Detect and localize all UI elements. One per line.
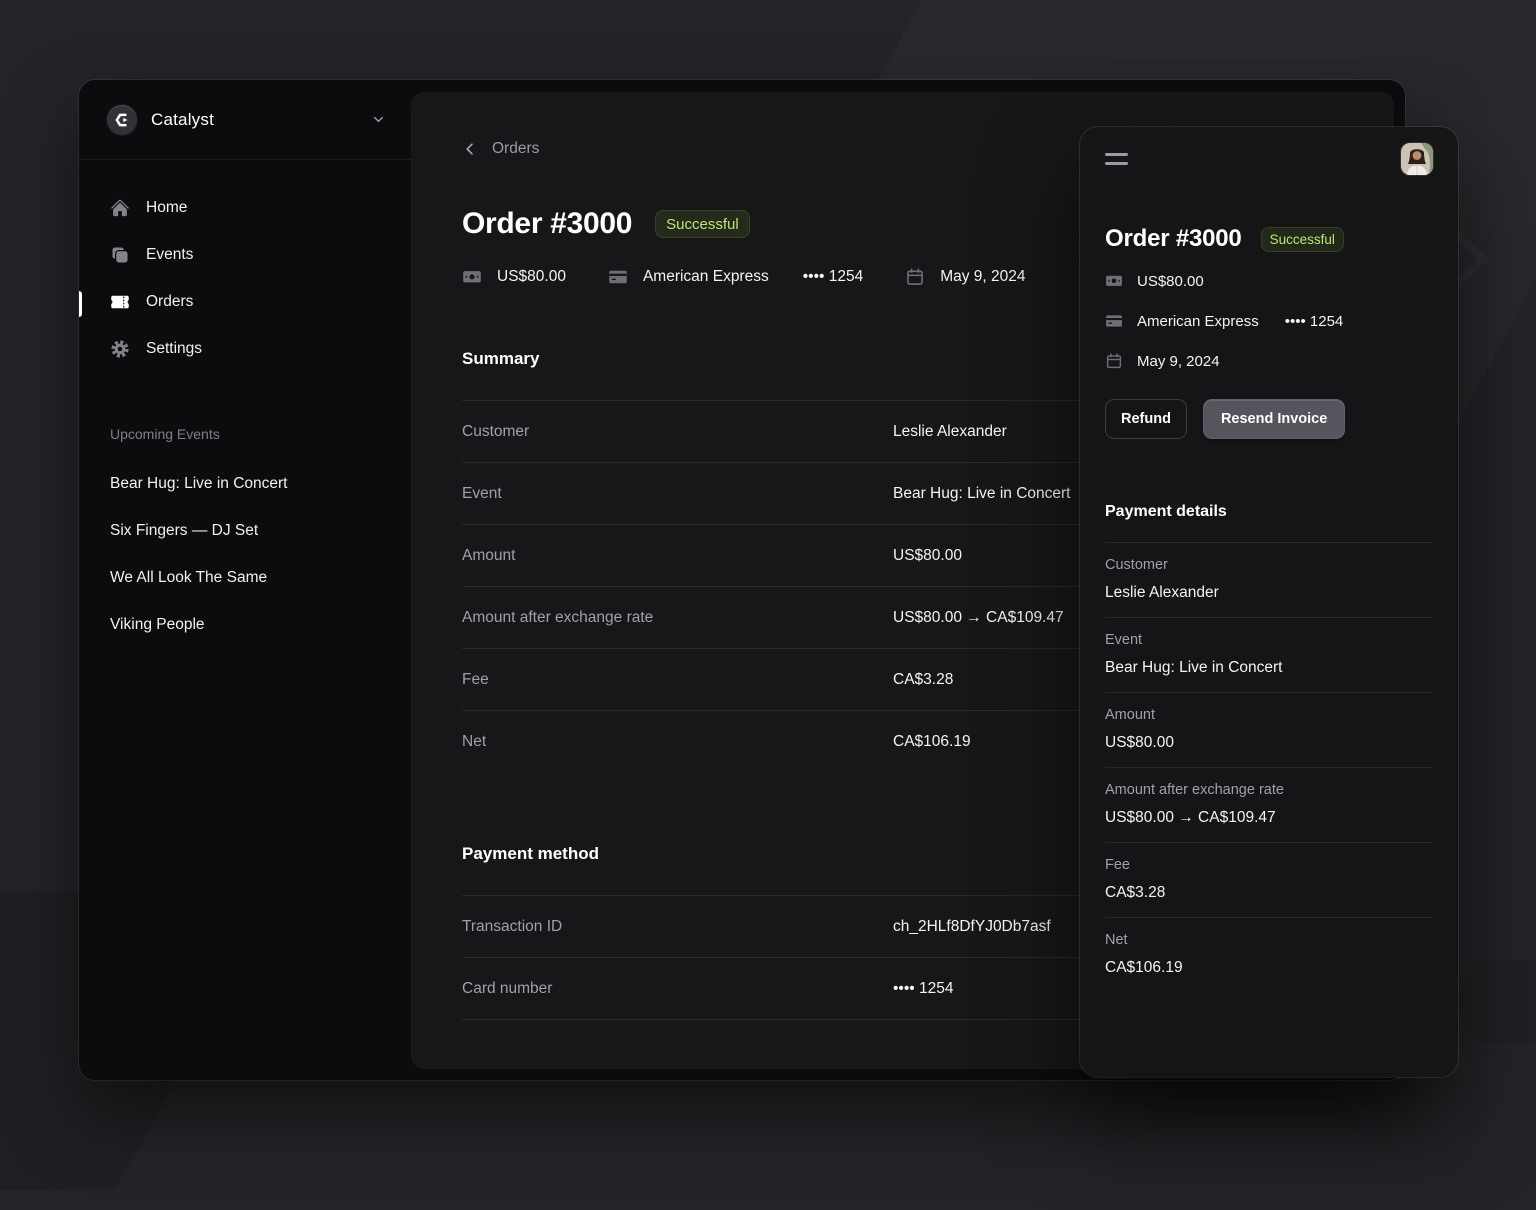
upcoming-events-heading: Upcoming Events [93,426,398,442]
sidebar-item-label: Home [146,199,187,217]
mobile-order-panel: Order #3000 Successful US$80.00 [1080,127,1458,1077]
list-item: Net CA$106.19 [1105,917,1433,992]
chevron-left-icon [462,141,478,157]
breadcrumb-label: Orders [492,140,539,158]
sidebar-item-home[interactable]: Home [93,190,398,226]
workspace-dropdown-trigger[interactable] [371,112,386,127]
sidebar-event-item[interactable]: Six Fingers — DJ Set [93,513,398,549]
events-icon [110,245,130,265]
sidebar-item-label: Settings [146,340,202,358]
refund-button[interactable]: Refund [1105,399,1187,439]
settings-gear-icon [110,339,130,359]
credit-card-icon [608,267,628,287]
sidebar-item-label: Events [146,246,193,264]
panel-order-title: Order #3000 [1105,225,1242,253]
home-icon [110,198,130,218]
sidebar-event-item[interactable]: Bear Hug: Live in Concert [93,466,398,502]
panel-order-meta: US$80.00 American Express •••• 1254 [1105,261,1433,381]
status-badge: Successful [656,211,749,237]
catalyst-logo-icon [107,105,137,135]
card-last4: •••• 1254 [803,268,864,286]
sidebar-header: Catalyst [79,80,412,160]
menu-icon[interactable] [1105,146,1131,172]
background-hexagon-decoration [1452,960,1536,1044]
page-title: Order #3000 [462,207,632,241]
sidebar-nav: Home Events Orders [79,160,412,367]
panel-card-last4: •••• 1254 [1285,313,1344,330]
banknote-icon [462,267,482,287]
list-item: Amount US$80.00 [1105,692,1433,767]
sidebar-item-settings[interactable]: Settings [93,331,398,367]
card-brand: American Express [643,268,769,286]
active-nav-indicator [79,291,82,317]
panel-amount: US$80.00 [1137,273,1204,290]
sidebar: Catalyst Home [79,80,412,1080]
upcoming-events-section: Upcoming Events Bear Hug: Live in Concer… [79,378,412,643]
panel-status-badge: Successful [1262,228,1343,251]
calendar-icon [905,267,925,287]
list-item: Customer Leslie Alexander [1105,542,1433,617]
orders-ticket-icon [110,292,130,312]
calendar-icon [1105,352,1123,370]
payment-details-heading: Payment details [1105,503,1433,521]
order-amount: US$80.00 [497,268,566,286]
sidebar-item-events[interactable]: Events [93,237,398,273]
credit-card-icon [1105,312,1123,330]
sidebar-event-item[interactable]: Viking People [93,607,398,643]
chevron-down-icon [371,112,386,127]
payment-details-list: Customer Leslie Alexander Event Bear Hug… [1105,542,1433,992]
list-item: Fee CA$3.28 [1105,842,1433,917]
sidebar-item-orders[interactable]: Orders [93,284,398,320]
brand-name: Catalyst [151,110,214,130]
order-date: May 9, 2024 [940,268,1025,286]
banknote-icon [1105,272,1123,290]
panel-date: May 9, 2024 [1137,353,1220,370]
list-item: Event Bear Hug: Live in Concert [1105,617,1433,692]
resend-invoice-button[interactable]: Resend Invoice [1203,399,1345,439]
panel-card-brand: American Express [1137,313,1259,330]
sidebar-event-item[interactable]: We All Look The Same [93,560,398,596]
list-item: Amount after exchange rate US$80.00 → CA… [1105,767,1433,842]
sidebar-item-label: Orders [146,293,193,311]
avatar[interactable] [1401,143,1433,175]
